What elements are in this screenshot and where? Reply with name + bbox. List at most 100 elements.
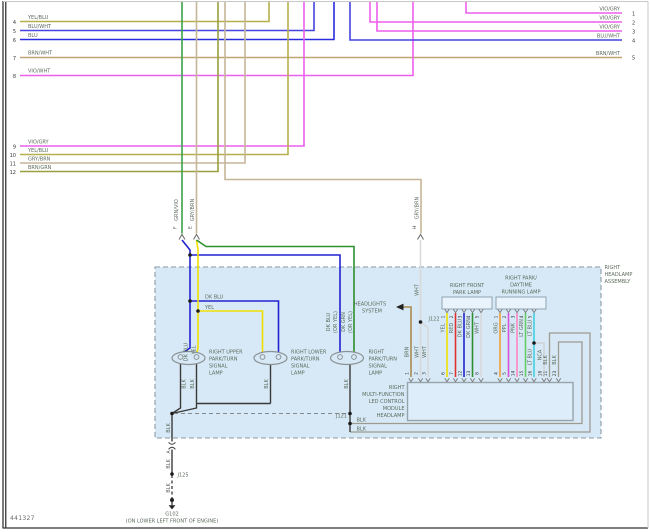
lamp2-title-3: SIGNAL (291, 364, 310, 370)
wiring-diagram: YEL/BLU BLU/WHT BLU BRN/WHT VIO/WHT VIO/GRY YE… (2, 1, 649, 529)
label-1: 1 (441, 315, 447, 318)
label-dk-grn: DK GRN (466, 318, 472, 338)
connector-e-label: E (188, 226, 194, 229)
module-pin-1: 1 (405, 372, 411, 375)
lamp3-title-2: PARK/TURN (369, 357, 398, 363)
right-pin-5: 5 (632, 56, 635, 62)
right-park-drl-title-2: DAYTIME (510, 283, 532, 289)
assembly-label-1: RIGHT (605, 265, 622, 271)
label-blk: BLK (264, 379, 270, 389)
module-pin-2: 2 (414, 372, 420, 375)
module-pin-11: 11 (543, 371, 549, 377)
lamp1-title-3: SIGNAL (209, 364, 228, 370)
label-yel: YEL (441, 323, 447, 333)
lamp2-title-2: PARK/TURN (291, 357, 320, 363)
label-wht: WHT (415, 345, 421, 358)
lamp1-title-2: PARK/TURN (209, 357, 238, 363)
label-blk: BLK (543, 355, 549, 365)
left-pin-10: 10 (10, 153, 16, 159)
label-org: ORG (494, 322, 500, 333)
label-blk: BLK (190, 379, 196, 389)
label-2: 2 (502, 315, 508, 318)
right-pin-2: 2 (632, 21, 635, 27)
label-vio-gry: VIO/GRY (28, 140, 50, 146)
right-front-park-lamp-title-2: PARK LAMP (453, 290, 481, 296)
ground-symbol-arrow (168, 505, 176, 510)
label-blu: BLU (28, 33, 38, 39)
label-wht: WHT (422, 345, 428, 358)
label-pnk: PNK (511, 322, 517, 333)
junction-j125 (170, 472, 174, 476)
lamp3-title-3: SIGNAL (369, 364, 388, 370)
label-blk: BLK (357, 427, 367, 433)
label-blk: BLK (182, 379, 188, 389)
j121-label: J121 (335, 414, 347, 420)
label-5: 5 (475, 315, 481, 318)
label-or-yel: (OR YEL) (333, 311, 339, 333)
label-blu-wht: BLU/WHT (597, 34, 621, 40)
label-dk-grn: DK GRN (341, 312, 347, 332)
right-park-turn-signal-lamp-pin-2 (351, 354, 357, 360)
connector-a-break-upper (168, 441, 176, 445)
connector-a-break-lower (168, 446, 176, 450)
label-vio-gry: VIO/GRY (599, 25, 621, 31)
module-pin-18: 18 (538, 371, 544, 377)
connector-h-label: H (412, 226, 418, 229)
junction-dkblu (188, 253, 192, 257)
left-pin-6: 6 (13, 38, 16, 44)
label-blk: BLK (166, 423, 172, 433)
vertical-gry-brn-to-h (224, 1, 422, 234)
module-title-1: RIGHT (389, 385, 406, 391)
lamp3-title-1: RIGHT (369, 350, 386, 356)
lamp2-title-1: RIGHT LOWER (291, 350, 327, 356)
junction-j121-upper (348, 411, 352, 416)
junction-j121-lower (348, 421, 352, 426)
right-park-drl-title-1: RIGHT PARK/ (505, 276, 537, 282)
left-wire-6-blu (20, 1, 335, 41)
connector-f-arrow (178, 233, 186, 240)
assembly-label-2: HEADLAMP (605, 272, 633, 278)
label-vio-gry: VIO/GRY (599, 7, 621, 13)
right-pin-1: 1 (632, 12, 635, 18)
headlights-system-label-2: SYSTEM (362, 309, 382, 315)
junction-j122 (418, 320, 423, 324)
module-title-2: MULTI-FUNCTION (362, 392, 405, 398)
left-pin-9: 9 (13, 145, 16, 151)
module-pin-4: 4 (494, 372, 500, 375)
g102-label: G102 (165, 512, 178, 518)
left-wire-8-vio-wht (20, 1, 414, 77)
label-blk: BLK (357, 418, 367, 424)
module-title-3: LED CONTROL (369, 399, 405, 405)
label-brn: BRN (405, 346, 411, 357)
left-wire-4-yel-blu (20, 1, 270, 23)
left-wire-5-blu-wht (20, 1, 315, 32)
right-upper-park-turn-signal-lamp-pin-1 (177, 354, 184, 360)
j125-label: J125 (177, 473, 189, 479)
label-dk-blu: DK BLU (326, 312, 332, 331)
label-5: 5 (528, 315, 534, 318)
label-yel-blu: YEL/BLU (27, 15, 49, 21)
left-pin-4: 4 (13, 20, 16, 26)
left-pin-5: 5 (13, 29, 16, 35)
label-or-yel: (OR YEL) (348, 311, 354, 333)
label-grn-vio: GRN/VIO (174, 199, 180, 221)
j122-label: J122 (428, 317, 440, 323)
label-yel: YEL (204, 305, 214, 311)
left-pin-12: 12 (10, 170, 16, 176)
module-title-4: MODULE (383, 406, 405, 412)
g102-location-note: (ON LOWER LEFT FRONT OF ENGINE) (126, 519, 219, 525)
right-park-drl-connector (495, 296, 547, 310)
right-lower-park-turn-signal-lamp-pin-1 (259, 354, 266, 360)
wiring-diagram-page: YEL/BLU BLU/WHT BLU BRN/WHT VIO/WHT VIO/GRY YE… (0, 0, 650, 532)
junction-yel-oval2 (196, 309, 200, 313)
right-park-turn-signal-lamp (329, 350, 365, 366)
label-brn-grn: BRN/GRN (28, 165, 52, 171)
label-ppl: PPL (502, 323, 508, 332)
right-front-park-lamp-connector (441, 296, 493, 310)
lamp3-title-4: LAMP (369, 371, 383, 377)
left-wire-11-gry-brn (20, 1, 246, 164)
module-pin-12: 12 (458, 371, 464, 377)
left-pin-7: 7 (13, 56, 16, 62)
label-lt-blu: LT BLU (528, 319, 534, 336)
connector-e-arrow (193, 233, 200, 240)
